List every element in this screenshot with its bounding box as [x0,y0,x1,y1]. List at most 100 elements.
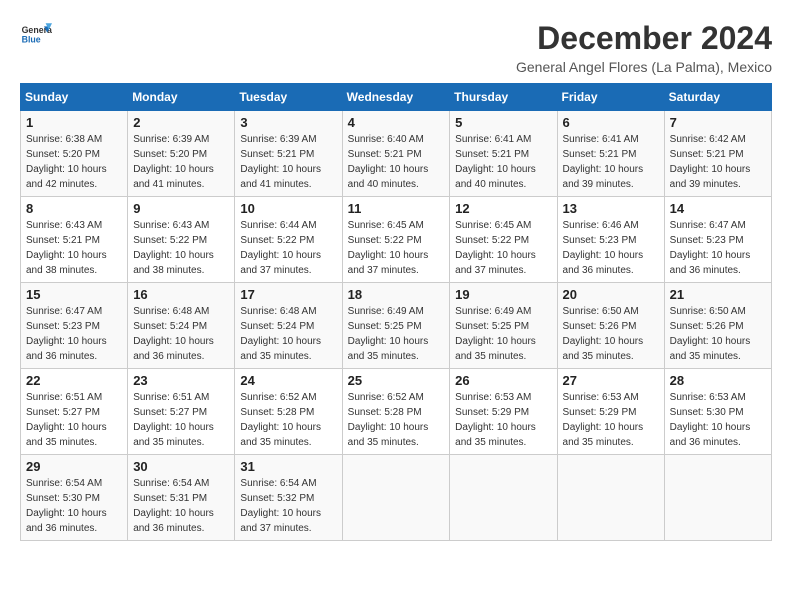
day-number: 21 [670,287,766,302]
day-info: Sunrise: 6:39 AMSunset: 5:21 PMDaylight:… [240,134,321,190]
calendar-cell: 21 Sunrise: 6:50 AMSunset: 5:26 PMDaylig… [664,283,771,369]
day-info: Sunrise: 6:53 AMSunset: 5:30 PMDaylight:… [670,392,751,448]
day-info: Sunrise: 6:40 AMSunset: 5:21 PMDaylight:… [348,134,429,190]
calendar-week-1: 1 Sunrise: 6:38 AMSunset: 5:20 PMDayligh… [21,111,772,197]
day-info: Sunrise: 6:49 AMSunset: 5:25 PMDaylight:… [348,306,429,362]
day-number: 8 [26,201,122,216]
day-number: 19 [455,287,551,302]
calendar-cell: 2 Sunrise: 6:39 AMSunset: 5:20 PMDayligh… [128,111,235,197]
calendar-cell: 28 Sunrise: 6:53 AMSunset: 5:30 PMDaylig… [664,369,771,455]
calendar-cell: 8 Sunrise: 6:43 AMSunset: 5:21 PMDayligh… [21,197,128,283]
calendar-cell: 1 Sunrise: 6:38 AMSunset: 5:20 PMDayligh… [21,111,128,197]
header-cell-saturday: Saturday [664,84,771,111]
day-number: 12 [455,201,551,216]
calendar-cell: 24 Sunrise: 6:52 AMSunset: 5:28 PMDaylig… [235,369,342,455]
day-number: 20 [563,287,659,302]
day-info: Sunrise: 6:51 AMSunset: 5:27 PMDaylight:… [133,392,214,448]
calendar-cell [450,455,557,541]
day-number: 31 [240,459,336,474]
calendar-cell: 19 Sunrise: 6:49 AMSunset: 5:25 PMDaylig… [450,283,557,369]
day-number: 7 [670,115,766,130]
day-number: 13 [563,201,659,216]
header-cell-monday: Monday [128,84,235,111]
day-number: 4 [348,115,445,130]
logo-icon: General Blue [20,20,52,52]
calendar-cell: 10 Sunrise: 6:44 AMSunset: 5:22 PMDaylig… [235,197,342,283]
day-number: 6 [563,115,659,130]
header-cell-friday: Friday [557,84,664,111]
calendar-cell: 20 Sunrise: 6:50 AMSunset: 5:26 PMDaylig… [557,283,664,369]
calendar-cell: 18 Sunrise: 6:49 AMSunset: 5:25 PMDaylig… [342,283,450,369]
day-info: Sunrise: 6:54 AMSunset: 5:32 PMDaylight:… [240,478,321,534]
calendar-cell [664,455,771,541]
day-info: Sunrise: 6:49 AMSunset: 5:25 PMDaylight:… [455,306,536,362]
calendar-cell: 31 Sunrise: 6:54 AMSunset: 5:32 PMDaylig… [235,455,342,541]
day-info: Sunrise: 6:44 AMSunset: 5:22 PMDaylight:… [240,220,321,276]
day-info: Sunrise: 6:45 AMSunset: 5:22 PMDaylight:… [348,220,429,276]
day-info: Sunrise: 6:48 AMSunset: 5:24 PMDaylight:… [133,306,214,362]
calendar-cell: 5 Sunrise: 6:41 AMSunset: 5:21 PMDayligh… [450,111,557,197]
calendar-cell: 14 Sunrise: 6:47 AMSunset: 5:23 PMDaylig… [664,197,771,283]
day-info: Sunrise: 6:53 AMSunset: 5:29 PMDaylight:… [455,392,536,448]
logo: General Blue [20,20,52,52]
day-number: 30 [133,459,229,474]
calendar-cell [342,455,450,541]
day-number: 29 [26,459,122,474]
day-info: Sunrise: 6:41 AMSunset: 5:21 PMDaylight:… [563,134,644,190]
calendar-cell: 30 Sunrise: 6:54 AMSunset: 5:31 PMDaylig… [128,455,235,541]
calendar-table: SundayMondayTuesdayWednesdayThursdayFrid… [20,83,772,541]
day-number: 10 [240,201,336,216]
calendar-cell: 17 Sunrise: 6:48 AMSunset: 5:24 PMDaylig… [235,283,342,369]
day-info: Sunrise: 6:42 AMSunset: 5:21 PMDaylight:… [670,134,751,190]
calendar-cell: 27 Sunrise: 6:53 AMSunset: 5:29 PMDaylig… [557,369,664,455]
calendar-cell: 6 Sunrise: 6:41 AMSunset: 5:21 PMDayligh… [557,111,664,197]
month-title: December 2024 [516,20,772,57]
day-info: Sunrise: 6:39 AMSunset: 5:20 PMDaylight:… [133,134,214,190]
day-info: Sunrise: 6:46 AMSunset: 5:23 PMDaylight:… [563,220,644,276]
day-number: 15 [26,287,122,302]
calendar-cell: 15 Sunrise: 6:47 AMSunset: 5:23 PMDaylig… [21,283,128,369]
calendar-cell: 11 Sunrise: 6:45 AMSunset: 5:22 PMDaylig… [342,197,450,283]
day-number: 25 [348,373,445,388]
calendar-cell: 23 Sunrise: 6:51 AMSunset: 5:27 PMDaylig… [128,369,235,455]
day-info: Sunrise: 6:47 AMSunset: 5:23 PMDaylight:… [670,220,751,276]
day-info: Sunrise: 6:38 AMSunset: 5:20 PMDaylight:… [26,134,107,190]
day-info: Sunrise: 6:51 AMSunset: 5:27 PMDaylight:… [26,392,107,448]
day-number: 14 [670,201,766,216]
day-number: 23 [133,373,229,388]
calendar-week-5: 29 Sunrise: 6:54 AMSunset: 5:30 PMDaylig… [21,455,772,541]
title-block: December 2024 General Angel Flores (La P… [516,20,772,75]
day-info: Sunrise: 6:50 AMSunset: 5:26 PMDaylight:… [563,306,644,362]
day-info: Sunrise: 6:48 AMSunset: 5:24 PMDaylight:… [240,306,321,362]
calendar-cell: 7 Sunrise: 6:42 AMSunset: 5:21 PMDayligh… [664,111,771,197]
calendar-cell [557,455,664,541]
calendar-cell: 26 Sunrise: 6:53 AMSunset: 5:29 PMDaylig… [450,369,557,455]
day-info: Sunrise: 6:52 AMSunset: 5:28 PMDaylight:… [240,392,321,448]
calendar-week-2: 8 Sunrise: 6:43 AMSunset: 5:21 PMDayligh… [21,197,772,283]
day-number: 18 [348,287,445,302]
svg-text:Blue: Blue [22,34,41,44]
calendar-cell: 16 Sunrise: 6:48 AMSunset: 5:24 PMDaylig… [128,283,235,369]
day-number: 17 [240,287,336,302]
calendar-cell: 4 Sunrise: 6:40 AMSunset: 5:21 PMDayligh… [342,111,450,197]
day-number: 27 [563,373,659,388]
day-info: Sunrise: 6:52 AMSunset: 5:28 PMDaylight:… [348,392,429,448]
day-info: Sunrise: 6:53 AMSunset: 5:29 PMDaylight:… [563,392,644,448]
calendar-body: 1 Sunrise: 6:38 AMSunset: 5:20 PMDayligh… [21,111,772,541]
calendar-cell: 29 Sunrise: 6:54 AMSunset: 5:30 PMDaylig… [21,455,128,541]
day-number: 26 [455,373,551,388]
day-info: Sunrise: 6:50 AMSunset: 5:26 PMDaylight:… [670,306,751,362]
day-number: 24 [240,373,336,388]
day-number: 1 [26,115,122,130]
header-cell-tuesday: Tuesday [235,84,342,111]
location-subtitle: General Angel Flores (La Palma), Mexico [516,59,772,75]
day-info: Sunrise: 6:47 AMSunset: 5:23 PMDaylight:… [26,306,107,362]
calendar-cell: 25 Sunrise: 6:52 AMSunset: 5:28 PMDaylig… [342,369,450,455]
calendar-cell: 3 Sunrise: 6:39 AMSunset: 5:21 PMDayligh… [235,111,342,197]
day-number: 16 [133,287,229,302]
day-info: Sunrise: 6:54 AMSunset: 5:31 PMDaylight:… [133,478,214,534]
day-number: 3 [240,115,336,130]
day-number: 9 [133,201,229,216]
header-cell-wednesday: Wednesday [342,84,450,111]
calendar-cell: 9 Sunrise: 6:43 AMSunset: 5:22 PMDayligh… [128,197,235,283]
